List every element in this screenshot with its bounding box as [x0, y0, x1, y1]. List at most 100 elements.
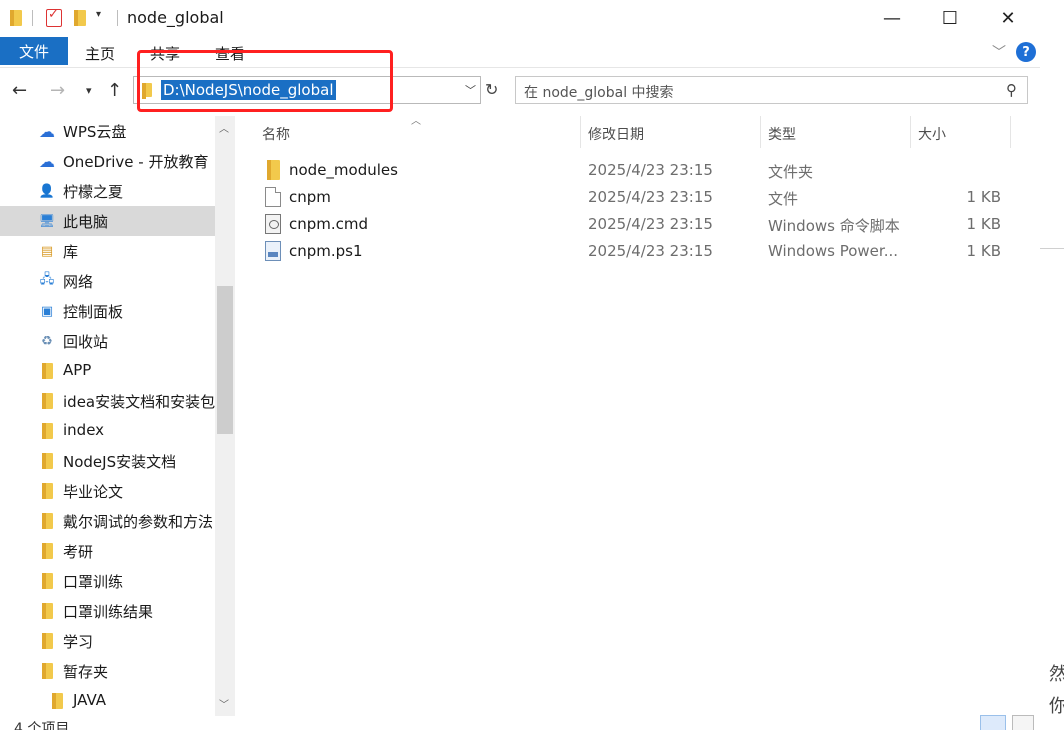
maximize-button[interactable]: ☐	[918, 0, 982, 36]
file-type: Windows 命令脚本	[768, 217, 900, 235]
folder-icon	[42, 453, 53, 469]
file-row-cnpm-cmd[interactable]: cnpm.cmd 2025/4/23 23:15 Windows 命令脚本 1 …	[255, 211, 1015, 238]
sidebar-item-label: 库	[63, 243, 79, 261]
folder-icon	[267, 160, 280, 180]
column-header-modified[interactable]: 修改日期	[588, 124, 644, 156]
sidebar-item-kaoyan[interactable]: 考研	[0, 536, 215, 566]
column-header-size[interactable]: 大小	[918, 124, 946, 156]
back-arrow-icon[interactable]: ←	[12, 80, 27, 101]
new-folder-icon[interactable]	[74, 8, 86, 28]
network-icon: 🖧	[39, 272, 55, 287]
folder-icon	[42, 663, 53, 679]
file-type: 文件夹	[768, 163, 814, 181]
up-arrow-icon[interactable]: ↑	[107, 80, 122, 101]
sidebar-item-this-pc[interactable]: 🖥 此电脑	[0, 206, 215, 236]
computer-icon: 🖥	[38, 213, 56, 229]
column-divider[interactable]	[1010, 116, 1011, 148]
folder-icon	[10, 8, 22, 28]
file-row-node-modules[interactable]: node_modules 2025/4/23 23:15 文件夹	[255, 157, 1015, 184]
help-icon[interactable]: ?	[1016, 42, 1036, 62]
window-title: node_global	[127, 8, 224, 27]
folder-icon	[42, 573, 53, 589]
sidebar-item-wps-cloud[interactable]: ☁ WPS云盘	[0, 116, 215, 146]
column-header-name[interactable]: 名称	[262, 124, 290, 156]
file-type: Windows Power...	[768, 242, 899, 260]
cloud-icon: ☁	[39, 121, 55, 141]
file-row-cnpm-ps1[interactable]: cnpm.ps1 2025/4/23 23:15 Windows Power..…	[255, 238, 1015, 265]
search-input[interactable]: 在 node_global 中搜索 ⚲	[515, 76, 1028, 104]
column-divider[interactable]	[580, 116, 581, 148]
quick-access-dropdown-icon[interactable]: ▾	[96, 9, 101, 20]
expand-ribbon-icon[interactable]: ﹀	[992, 42, 1006, 62]
sidebar-item-study[interactable]: 学习	[0, 626, 215, 656]
chevron-down-icon[interactable]: ﹀	[465, 82, 476, 98]
sidebar-item-app[interactable]: APP	[0, 356, 215, 386]
sidebar-item-temp[interactable]: 暂存夹	[0, 656, 215, 686]
sidebar-item-label: 此电脑	[63, 213, 109, 231]
scrollbar-thumb[interactable]	[217, 286, 233, 434]
sidebar-item-label: 学习	[63, 633, 94, 651]
background-text: 你	[1049, 696, 1064, 717]
sidebar-item-index[interactable]: index	[0, 416, 215, 446]
tab-home[interactable]: 主页	[85, 43, 115, 64]
sidebar-item-label: 控制面板	[63, 303, 124, 321]
background-text: 然	[1049, 664, 1064, 685]
search-icon[interactable]: ⚲	[1006, 81, 1017, 99]
sidebar-item-control-panel[interactable]: ▣ 控制面板	[0, 296, 215, 326]
title-bar: ▾ node_global — ☐ ✕	[0, 0, 1040, 36]
forward-arrow-icon[interactable]: →	[50, 80, 65, 101]
sidebar-item-nodejs-docs[interactable]: NodeJS安装文档	[0, 446, 215, 476]
properties-icon[interactable]	[46, 7, 62, 27]
file-name: cnpm.cmd	[289, 215, 369, 233]
scroll-up-icon[interactable]: ︿	[219, 120, 229, 135]
navigation-pane: ☁ WPS云盘 ☁ OneDrive - 开放教育 👤 柠檬之夏 🖥 此电脑 ▤…	[0, 116, 215, 722]
file-modified: 2025/4/23 23:15	[588, 188, 713, 206]
sidebar-item-recycle-bin[interactable]: ♻ 回收站	[0, 326, 215, 356]
recycle-bin-icon: ♻	[41, 333, 53, 349]
column-header-type[interactable]: 类型	[768, 124, 796, 156]
sidebar-scrollbar[interactable]: ︿ ﹀	[215, 116, 235, 716]
sidebar-item-label: 柠檬之夏	[63, 183, 124, 201]
close-button[interactable]: ✕	[976, 0, 1040, 36]
divider	[32, 10, 33, 26]
sidebar-item-dell-params[interactable]: 戴尔调试的参数和方法	[0, 506, 215, 536]
sidebar-item-library[interactable]: ▤ 库	[0, 236, 215, 266]
large-icons-view-icon[interactable]	[1012, 715, 1034, 730]
sidebar-item-mask-results[interactable]: 口罩训练结果	[0, 596, 215, 626]
address-path[interactable]: D:\NodeJS\node_global	[161, 80, 336, 100]
column-divider[interactable]	[910, 116, 911, 148]
scroll-down-icon[interactable]: ﹀	[219, 696, 229, 711]
refresh-icon[interactable]: ↻	[485, 80, 498, 99]
sidebar-item-mask-training[interactable]: 口罩训练	[0, 566, 215, 596]
sidebar-item-onedrive[interactable]: ☁ OneDrive - 开放教育	[0, 146, 215, 176]
tab-file[interactable]: 文件	[0, 37, 68, 65]
tab-view[interactable]: 查看	[215, 43, 245, 64]
sidebar-item-java[interactable]: JAVA	[0, 686, 215, 716]
sidebar-item-thesis[interactable]: 毕业论文	[0, 476, 215, 506]
file-row-cnpm[interactable]: cnpm 2025/4/23 23:15 文件 1 KB	[255, 184, 1015, 211]
file-size: 1 KB	[966, 242, 1001, 260]
sidebar-item-idea-docs[interactable]: idea安装文档和安装包	[0, 386, 215, 416]
sidebar-item-label: 网络	[63, 273, 94, 291]
minimize-button[interactable]: —	[860, 0, 924, 36]
file-type: 文件	[768, 190, 799, 208]
sidebar-item-label: 戴尔调试的参数和方法	[63, 513, 214, 531]
tab-share[interactable]: 共享	[150, 43, 180, 64]
sidebar-item-label: idea安装文档和安装包	[63, 393, 215, 411]
folder-icon	[42, 483, 53, 499]
details-view-icon[interactable]	[980, 715, 1006, 730]
sidebar-item-label: WPS云盘	[63, 123, 127, 141]
background-window	[1040, 0, 1064, 730]
file-name: node_modules	[289, 161, 398, 179]
column-divider[interactable]	[760, 116, 761, 148]
sidebar-item-label: 口罩训练	[63, 573, 124, 591]
address-bar[interactable]: D:\NodeJS\node_global ﹀	[133, 76, 481, 104]
folder-icon	[42, 393, 53, 409]
onedrive-icon: ☁	[39, 151, 55, 171]
control-panel-icon: ▣	[40, 303, 54, 319]
recent-locations-icon[interactable]: ▾	[86, 84, 92, 97]
sidebar-item-network[interactable]: 🖧 网络	[0, 266, 215, 296]
sidebar-item-user[interactable]: 👤 柠檬之夏	[0, 176, 215, 206]
library-icon: ▤	[40, 243, 54, 259]
navigation-bar: ← → ▾ ↑ D:\NodeJS\node_global ﹀ ↻ 在 node…	[0, 68, 1040, 112]
